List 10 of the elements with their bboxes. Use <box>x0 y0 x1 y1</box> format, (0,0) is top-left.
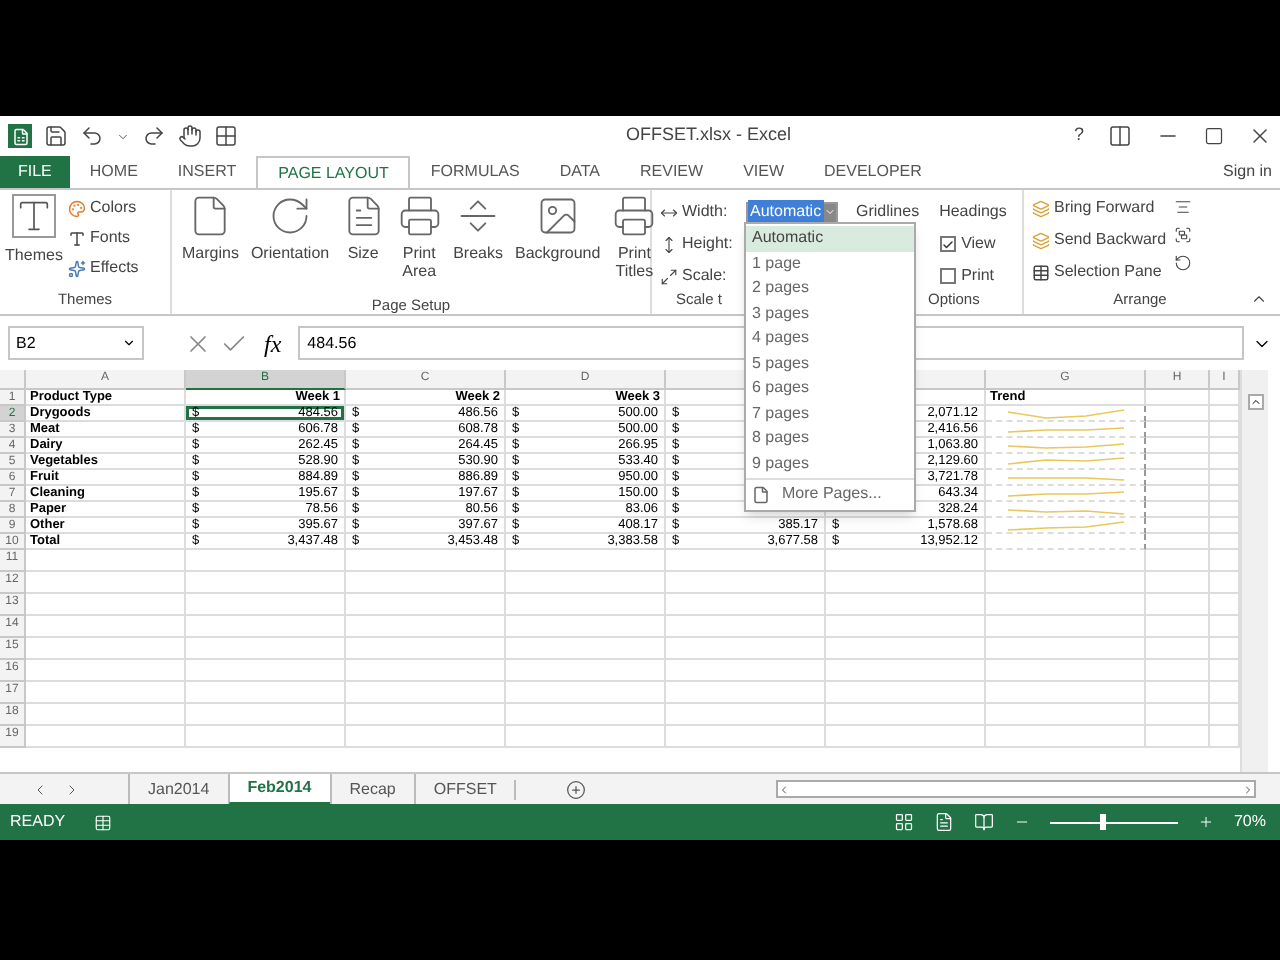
field-label: Height: <box>682 232 733 256</box>
field-label: Width: <box>682 200 730 224</box>
column-heading: Headings <box>939 200 1007 224</box>
field-label: Scale: <box>682 264 727 288</box>
window-title: OFFSET.xlsx - Excel <box>626 122 792 149</box>
status-text: READY <box>10 810 66 834</box>
column-heading: Gridlines <box>856 200 920 224</box>
checkbox-label: Print <box>961 264 995 288</box>
zoom-level: 70% <box>1233 810 1268 834</box>
checkbox-label: View <box>961 232 996 256</box>
